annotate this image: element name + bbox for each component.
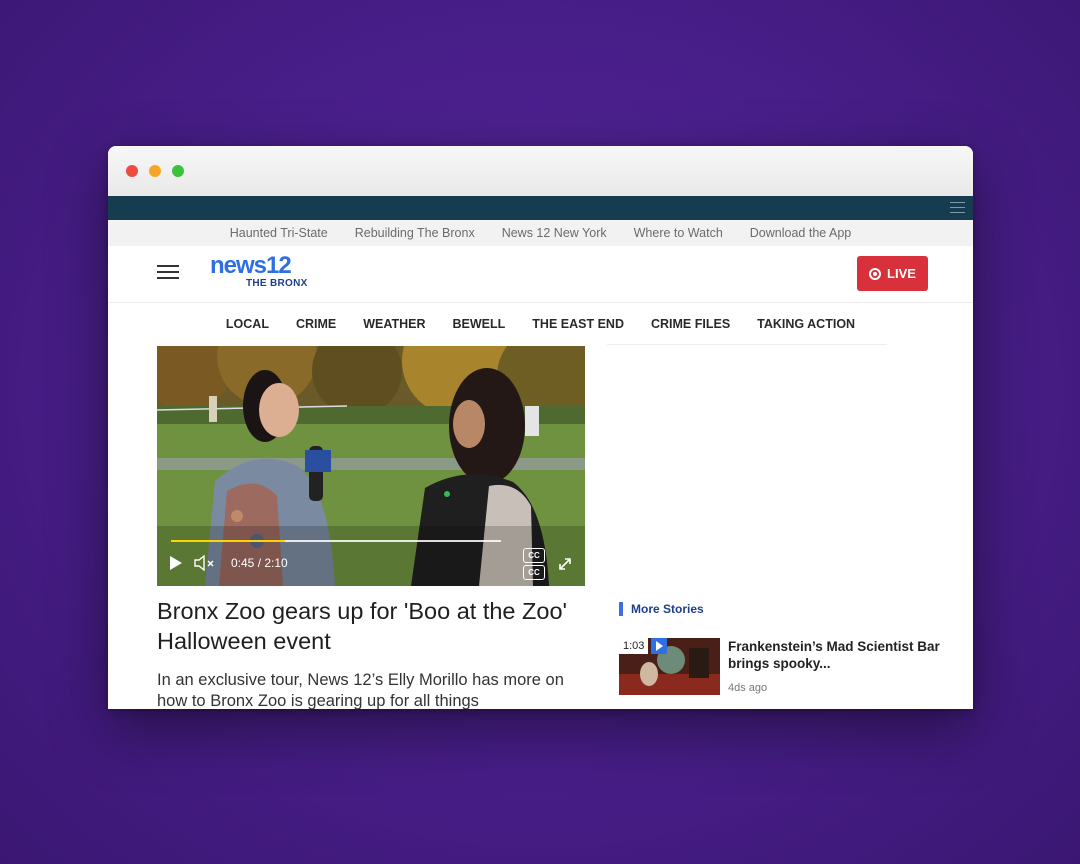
nav-crime[interactable]: CRIME	[296, 317, 336, 331]
secondary-nav-haunted-tri-state[interactable]: Haunted Tri-State	[230, 226, 328, 240]
story-timestamp: 4ds ago	[728, 682, 768, 694]
more-stories-heading: More Stories	[619, 602, 704, 616]
cc-icon: CC	[523, 548, 545, 563]
story-title[interactable]: Frankenstein’s Mad Scientist Bar brings …	[728, 638, 958, 672]
story-card[interactable]: 1:03 Frankenstein’s Mad Scientist Bar br…	[619, 638, 959, 696]
top-utility-bar	[108, 196, 973, 220]
story-duration: 1:03	[619, 638, 649, 654]
secondary-nav-download-app[interactable]: Download the App	[750, 226, 851, 240]
story-thumbnail[interactable]: 1:03	[619, 638, 720, 695]
nav-bewell[interactable]: BEWELL	[453, 317, 506, 331]
live-dot-icon	[869, 267, 882, 280]
maximize-window-button[interactable]	[172, 165, 184, 177]
news12-logo[interactable]: news12 THE BRONX	[210, 254, 310, 294]
play-icon[interactable]	[169, 555, 183, 571]
video-progress-fill	[171, 540, 286, 542]
video-player[interactable]: 0:45 / 2:10 CC CC	[157, 346, 585, 586]
nav-crime-files[interactable]: CRIME FILES	[651, 317, 730, 331]
article-headline[interactable]: Bronx Zoo gears up for 'Boo at the Zoo' …	[157, 596, 587, 656]
close-window-button[interactable]	[126, 165, 138, 177]
logo-subtitle: THE BRONX	[246, 278, 308, 289]
nav-weather[interactable]: WEATHER	[363, 317, 425, 331]
fullscreen-icon[interactable]	[557, 556, 573, 572]
page-content: 0:45 / 2:10 CC CC Bronx Zoo gears up for…	[108, 344, 973, 709]
secondary-nav: Haunted Tri-State Rebuilding The Bronx N…	[108, 220, 973, 246]
article-summary: In an exclusive tour, News 12’s Elly Mor…	[157, 671, 564, 709]
video-progress-bar[interactable]	[171, 540, 501, 542]
minimize-window-button[interactable]	[149, 165, 161, 177]
nav-the-east-end[interactable]: THE EAST END	[532, 317, 624, 331]
video-frame-image	[157, 346, 585, 586]
site-header: news12 THE BRONX LIVE	[108, 246, 973, 302]
browser-titlebar	[108, 146, 973, 197]
secondary-nav-rebuilding-the-bronx[interactable]: Rebuilding The Bronx	[355, 226, 475, 240]
ad-placeholder-divider	[607, 344, 887, 345]
browser-window: Haunted Tri-State Rebuilding The Bronx N…	[108, 146, 973, 709]
story-play-icon[interactable]	[651, 638, 667, 654]
live-button[interactable]: LIVE	[857, 256, 928, 291]
hamburger-menu-icon[interactable]	[157, 265, 179, 281]
cc-icon-secondary: CC	[523, 565, 545, 580]
secondary-nav-news12-new-york[interactable]: News 12 New York	[502, 226, 607, 240]
nav-taking-action[interactable]: TAKING ACTION	[757, 317, 855, 331]
mute-icon[interactable]	[194, 555, 216, 571]
nav-local[interactable]: LOCAL	[226, 317, 269, 331]
secondary-nav-where-to-watch[interactable]: Where to Watch	[634, 226, 723, 240]
video-timecode: 0:45 / 2:10	[231, 556, 288, 570]
utility-menu-icon[interactable]	[950, 202, 965, 214]
live-label: LIVE	[887, 266, 916, 281]
logo-wordmark: news12	[210, 252, 292, 279]
closed-captions-button[interactable]: CC CC	[523, 548, 545, 580]
main-nav: LOCAL CRIME WEATHER BEWELL THE EAST END …	[108, 302, 973, 345]
